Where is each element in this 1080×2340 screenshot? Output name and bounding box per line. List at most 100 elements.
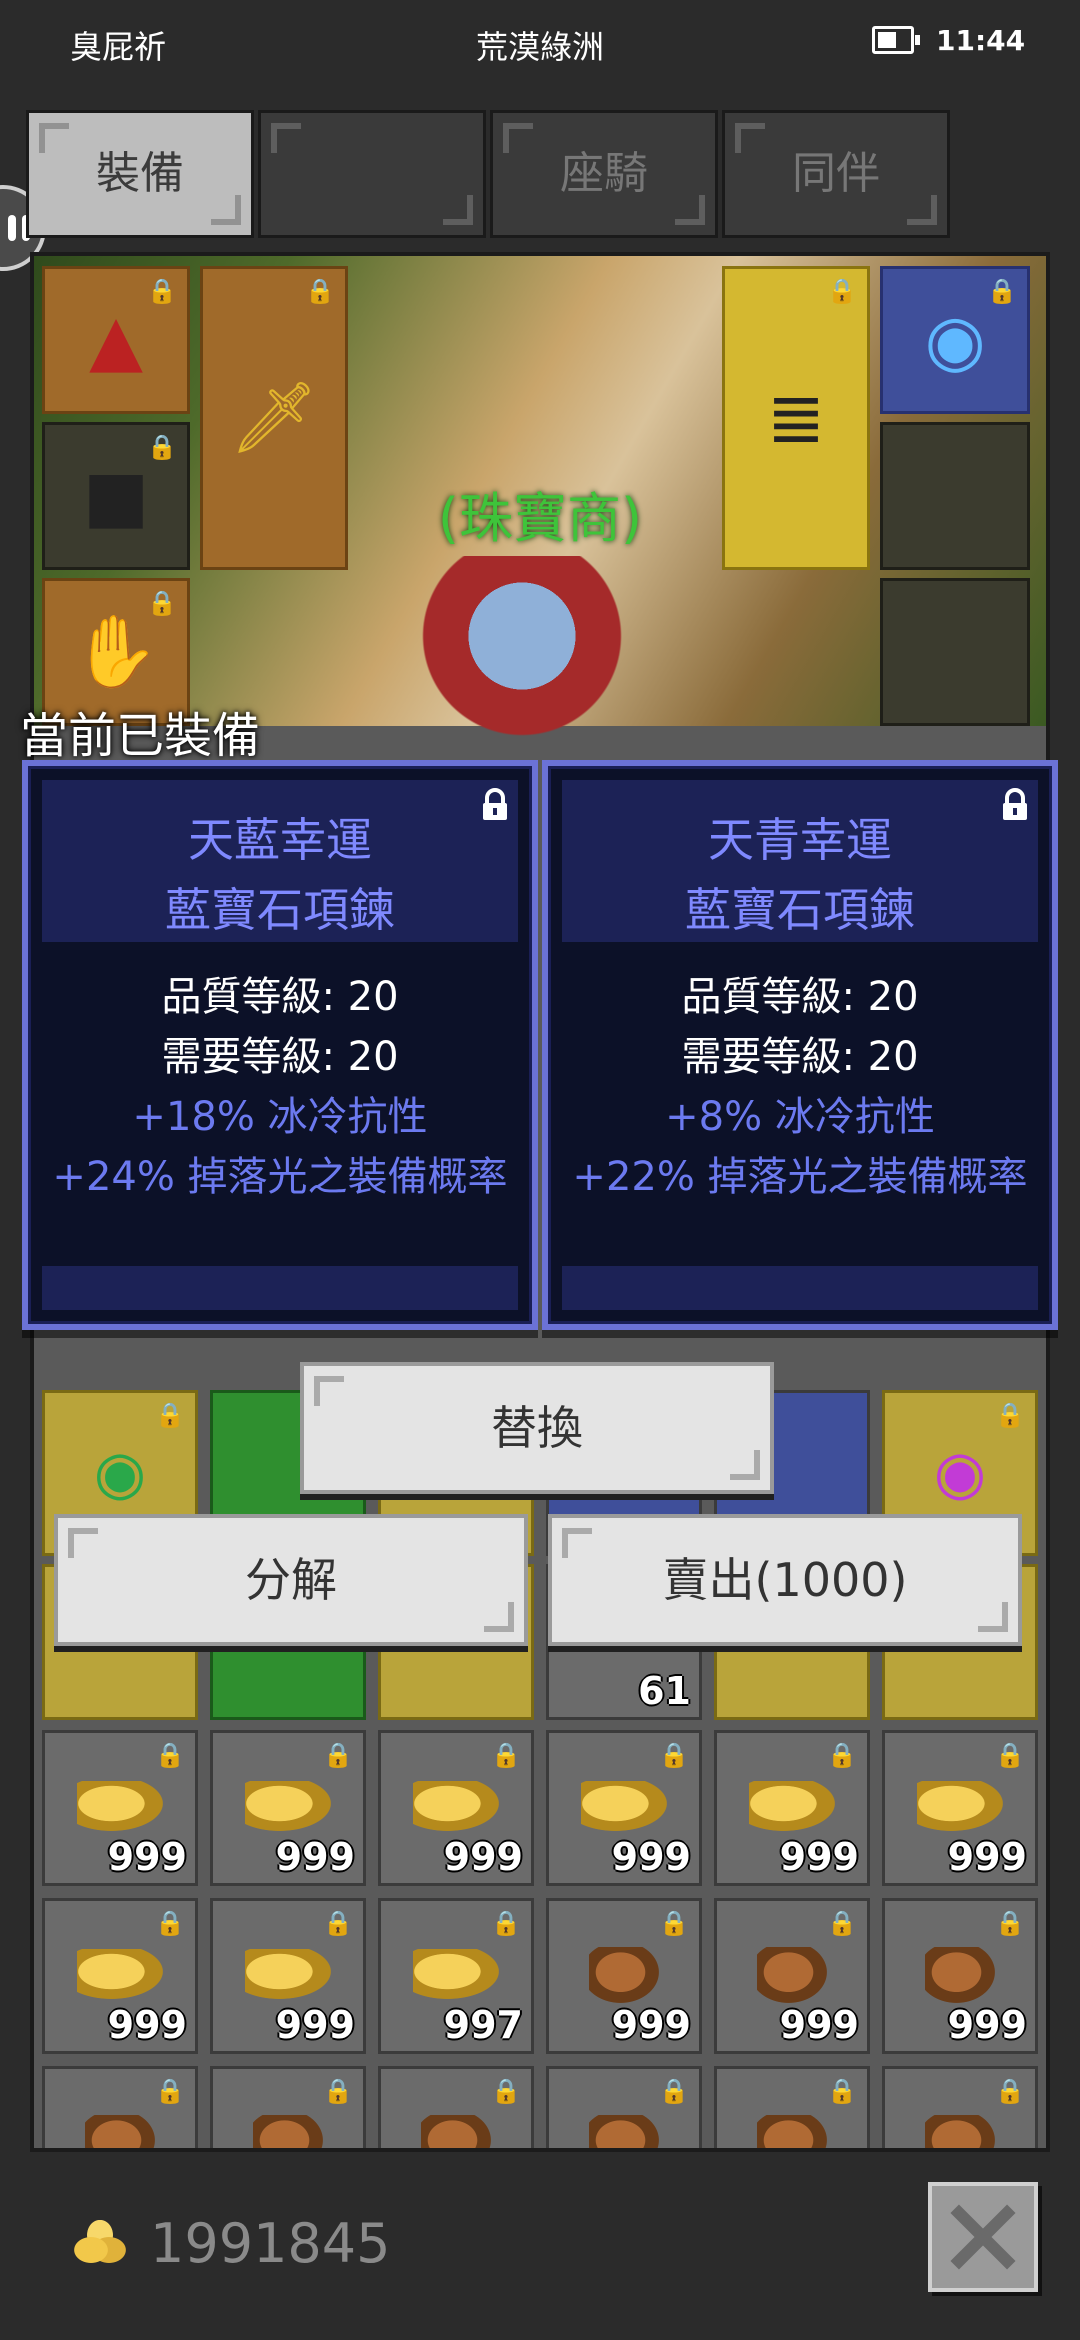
lock-icon: 🔒 bbox=[659, 2077, 689, 2105]
inventory-slot[interactable]: 🔒 999 bbox=[882, 1730, 1038, 1886]
lock-icon: 🔒 bbox=[659, 1741, 689, 1769]
glove-icon: ✋ bbox=[72, 610, 160, 693]
lock-icon: 🔒 bbox=[305, 277, 335, 305]
lock-icon: 🔒 bbox=[491, 1909, 521, 1937]
lock-icon: 🔒 bbox=[155, 1401, 185, 1429]
tab-empty[interactable] bbox=[258, 110, 486, 238]
sell-button-label: 賣出(1000) bbox=[662, 1553, 908, 1607]
gold-coin-icon bbox=[70, 2220, 130, 2270]
necklace-icon: ◉ bbox=[924, 299, 986, 381]
tab-equipment-label: 裝備 bbox=[96, 148, 184, 199]
item-quantity: 999 bbox=[947, 2003, 1027, 2047]
sell-button[interactable]: 賣出(1000) bbox=[548, 1514, 1022, 1646]
inventory-slot[interactable]: 🔒 bbox=[714, 2066, 870, 2148]
item-stat-drop-rate: +24% 掉落光之裝備概率 bbox=[52, 1154, 508, 1200]
lock-icon: 🔒 bbox=[491, 1741, 521, 1769]
copper-ore-icon bbox=[757, 2115, 827, 2148]
tab-companion[interactable]: 同伴 bbox=[722, 110, 950, 238]
inventory-slot[interactable]: 🔒 bbox=[210, 2066, 366, 2148]
item-quantity: 61 bbox=[638, 1669, 691, 1713]
armor-icon: ■ bbox=[82, 455, 150, 537]
replace-button-label: 替換 bbox=[491, 1401, 583, 1455]
item-quantity: 997 bbox=[443, 2003, 523, 2047]
scroll-icon: ≣ bbox=[766, 377, 826, 459]
equip-slot-belt[interactable] bbox=[880, 578, 1030, 726]
necklace-icon: ◉ bbox=[93, 1438, 147, 1508]
copper-ore-icon bbox=[589, 2115, 659, 2148]
inventory-slot[interactable]: 🔒 999 bbox=[210, 1730, 366, 1886]
gold-ore-icon bbox=[77, 1781, 163, 1831]
copper-ore-icon bbox=[925, 2115, 995, 2148]
inventory-slot[interactable]: 🔒 999 bbox=[210, 1898, 366, 2054]
lock-icon: 🔒 bbox=[987, 277, 1017, 305]
close-button[interactable] bbox=[928, 2182, 1038, 2292]
copper-ore-icon bbox=[253, 2115, 323, 2148]
item-quantity: 999 bbox=[443, 1835, 523, 1879]
lock-icon: 🔒 bbox=[995, 1909, 1025, 1937]
gold-ore-icon bbox=[749, 1781, 835, 1831]
equip-slot-weapon[interactable]: 🔒 🗡 bbox=[200, 266, 348, 570]
tab-mount-label: 座騎 bbox=[560, 148, 648, 199]
item-quantity: 999 bbox=[275, 1835, 355, 1879]
lock-icon: 🔒 bbox=[827, 2077, 857, 2105]
item-stat-cold-resist: +8% 冰冷抗性 bbox=[665, 1094, 935, 1140]
disassemble-button[interactable]: 分解 bbox=[54, 1514, 528, 1646]
item-required-level: 需要等級: 20 bbox=[681, 1034, 919, 1080]
inventory-slot[interactable]: 🔒 997 bbox=[378, 1898, 534, 2054]
item-quantity: 999 bbox=[779, 1835, 859, 1879]
item-quantity: 999 bbox=[611, 1835, 691, 1879]
gold-ore-icon bbox=[581, 1781, 667, 1831]
replace-button[interactable]: 替換 bbox=[300, 1362, 774, 1494]
inventory-slot[interactable]: 🔒 999 bbox=[714, 1730, 870, 1886]
inventory-slot[interactable]: 🔒 bbox=[42, 2066, 198, 2148]
inventory-slot[interactable]: 🔒 999 bbox=[378, 1730, 534, 1886]
inventory-slot[interactable]: 🔒 999 bbox=[546, 1730, 702, 1886]
lock-icon: 🔒 bbox=[155, 2077, 185, 2105]
disassemble-button-label: 分解 bbox=[245, 1553, 337, 1607]
item-stat-cold-resist: +18% 冰冷抗性 bbox=[132, 1094, 428, 1140]
item-quantity: 999 bbox=[947, 1835, 1027, 1879]
item-card-equipped: 天藍幸運 藍寶石項鍊 品質等級: 20 需要等級: 20 +18% 冰冷抗性 +… bbox=[22, 760, 538, 1330]
character-sprite bbox=[414, 556, 654, 756]
tab-equipment[interactable]: 裝備 bbox=[26, 110, 254, 238]
inventory-slot[interactable]: 🔒 999 bbox=[546, 1898, 702, 2054]
equip-slot-offhand[interactable]: 🔒 ≣ bbox=[722, 266, 870, 570]
copper-ore-icon bbox=[85, 2115, 155, 2148]
lock-icon: 🔒 bbox=[995, 2077, 1025, 2105]
equip-slot-armor[interactable]: 🔒 ■ bbox=[42, 422, 190, 570]
item-quantity: 999 bbox=[275, 2003, 355, 2047]
equip-slot-necklace[interactable]: 🔒 ◉ bbox=[880, 266, 1030, 414]
lock-icon: 🔒 bbox=[491, 2077, 521, 2105]
status-title: 荒漠綠洲 bbox=[475, 28, 604, 66]
item-quality: 品質等級: 20 bbox=[681, 974, 919, 1020]
copper-ore-icon bbox=[925, 1947, 995, 2003]
item-required-level: 需要等級: 20 bbox=[161, 1034, 399, 1080]
item-quantity: 999 bbox=[107, 1835, 187, 1879]
inventory-slot[interactable]: 🔒 999 bbox=[714, 1898, 870, 2054]
inventory-slot[interactable]: 🔒 999 bbox=[882, 1898, 1038, 2054]
inventory-slot[interactable]: 🔒 999 bbox=[42, 1730, 198, 1886]
lock-icon: 🔒 bbox=[155, 1909, 185, 1937]
lock-icon: 🔒 bbox=[827, 1741, 857, 1769]
lock-icon: 🔒 bbox=[659, 1909, 689, 1937]
tab-mount[interactable]: 座騎 bbox=[490, 110, 718, 238]
lock-icon: 🔒 bbox=[827, 1909, 857, 1937]
lock-icon: 🔒 bbox=[147, 277, 177, 305]
gold-ore-icon bbox=[245, 1949, 331, 1999]
lock-icon: 🔒 bbox=[147, 433, 177, 461]
inventory-slot[interactable]: 🔒 bbox=[882, 2066, 1038, 2148]
gold-amount: 1991845 bbox=[150, 2212, 391, 2275]
inventory-slot[interactable]: 🔒 bbox=[546, 2066, 702, 2148]
equip-slot-ring[interactable] bbox=[880, 422, 1030, 570]
necklace-icon: ◉ bbox=[933, 1438, 987, 1508]
inventory-slot[interactable]: 🔒 bbox=[378, 2066, 534, 2148]
item-quantity: 999 bbox=[107, 2003, 187, 2047]
sword-icon: 🗡 bbox=[229, 376, 319, 459]
inventory-slot[interactable]: 🔒 999 bbox=[42, 1898, 198, 2054]
tab-companion-label: 同伴 bbox=[792, 148, 880, 199]
item-quality: 品質等級: 20 bbox=[161, 974, 399, 1020]
item-quantity: 999 bbox=[779, 2003, 859, 2047]
copper-ore-icon bbox=[589, 1947, 659, 2003]
equip-slot-helmet[interactable]: 🔒 ▲ bbox=[42, 266, 190, 414]
bottom-bar: 1991845 bbox=[0, 2160, 1080, 2340]
